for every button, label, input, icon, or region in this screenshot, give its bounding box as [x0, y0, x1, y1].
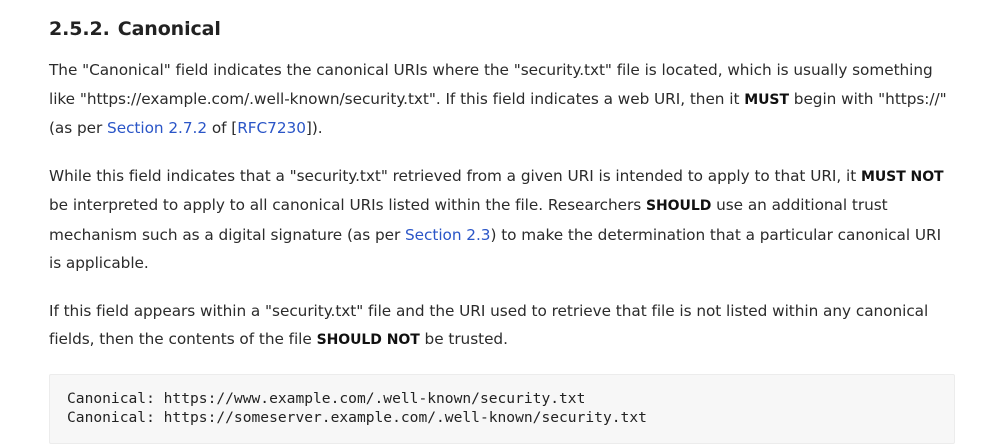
- document-page: 2.5.2. Canonical The "Canonical" field in…: [0, 0, 998, 444]
- section-number: 2.5.2.: [49, 18, 110, 40]
- code-example-block: Canonical: https://www.example.com/.well…: [49, 373, 955, 444]
- keyword-must-not: MUST NOT: [860, 168, 944, 185]
- keyword-must: MUST: [744, 91, 789, 108]
- keyword-should-not: SHOULD NOT: [316, 332, 420, 348]
- code-line: Canonical: https://someserver.example.co…: [67, 408, 647, 426]
- section-heading: 2.5.2. Canonical: [49, 12, 954, 46]
- link-section-2-3[interactable]: Section 2.3: [405, 226, 491, 244]
- code-line: Canonical: https://www.example.com/.well…: [67, 389, 586, 407]
- para1-text-3: of [: [207, 119, 238, 137]
- section-title: Canonical: [117, 18, 221, 40]
- para2-text-1: While this field indicates that a "secur…: [49, 166, 861, 185]
- para3-text-2: be trusted.: [419, 330, 508, 348]
- paragraph-canonical-definition: The "Canonical" field indicates the cano…: [49, 56, 954, 143]
- paragraph-canonical-not-listed: If this field appears within a "security…: [49, 297, 954, 355]
- paragraph-canonical-trust: While this field indicates that a "secur…: [49, 162, 954, 278]
- link-rfc7230[interactable]: RFC7230: [237, 119, 306, 137]
- link-section-2-7-2[interactable]: Section 2.7.2: [107, 119, 207, 137]
- para1-text-4: ]).: [305, 119, 323, 137]
- keyword-should: SHOULD: [645, 198, 712, 214]
- para2-text-2: be interpreted to apply to all canonical…: [49, 196, 646, 214]
